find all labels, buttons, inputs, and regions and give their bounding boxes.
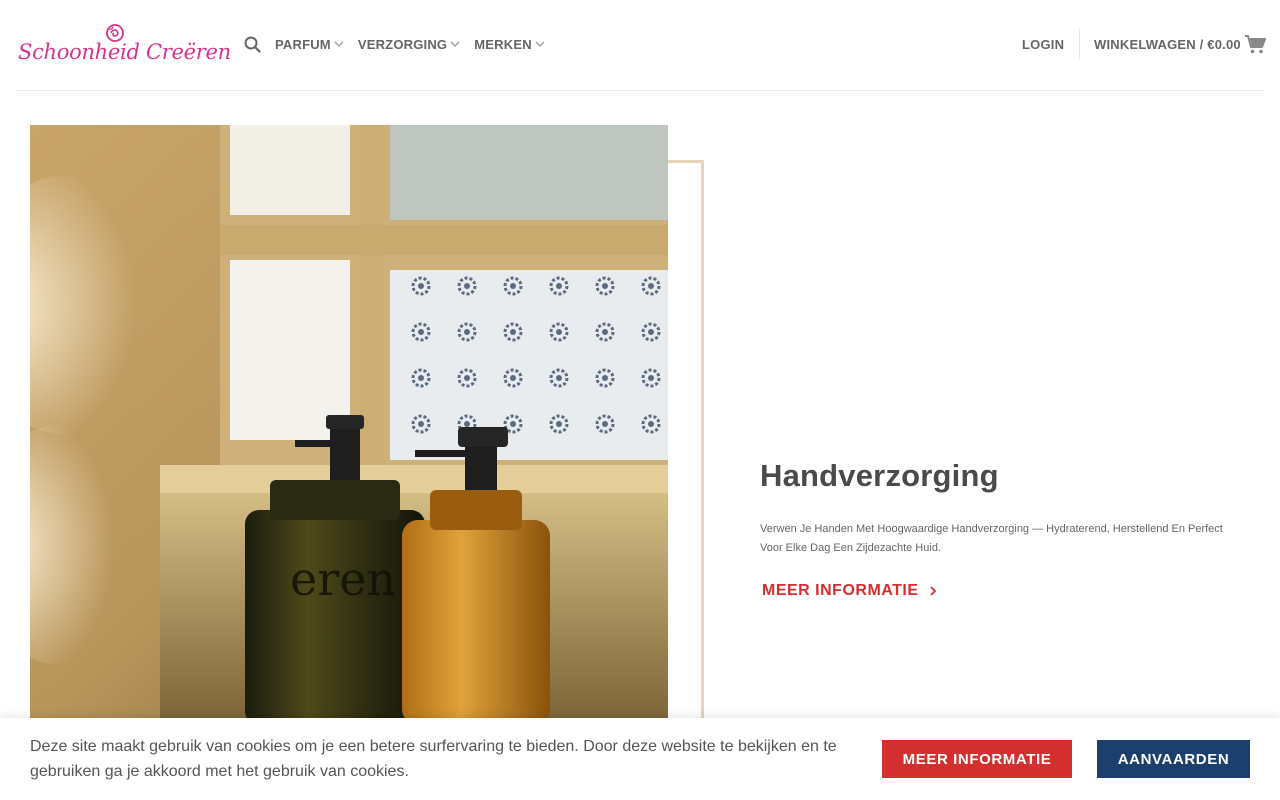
login-link[interactable]: LOGIN: [1022, 37, 1064, 52]
nav-item-verzorging[interactable]: VERZORGING: [358, 37, 460, 52]
hero-image: eren: [30, 125, 668, 725]
nav-item-label: PARFUM: [275, 36, 331, 52]
hero-link-label: MEER INFORMATIE: [762, 582, 919, 599]
nav-item-parfum[interactable]: PARFUM: [275, 37, 344, 52]
nav-item-label: VERZORGING: [357, 36, 448, 52]
header-separator: [16, 90, 1264, 91]
cart-link[interactable]: WINKELWAGEN / €0.00: [1094, 37, 1241, 52]
hero-description: Verwen Je Handen Met Hoogwaardige Handve…: [760, 523, 1223, 554]
site-header: Schoonheid Creëren PARFUM VERZORGING MER…: [0, 0, 1280, 90]
chevron-down-icon: [334, 40, 344, 48]
chevron-down-icon: [535, 40, 545, 48]
logo-text: Schoonheid Creëren: [18, 40, 231, 64]
hero-more-info-link[interactable]: MEER INFORMATIE: [760, 582, 937, 600]
cookie-accept-button[interactable]: AANVAARDEN: [1097, 740, 1250, 778]
nav-item-merken[interactable]: MERKEN: [474, 37, 545, 52]
svg-text:eren: eren: [290, 552, 396, 606]
search-icon[interactable]: [244, 35, 262, 53]
cookie-more-info-button[interactable]: MEER INFORMATIE: [882, 740, 1072, 778]
nav-item-label: MERKEN: [474, 36, 532, 52]
cookie-text: Deze site maakt gebruik van cookies om j…: [30, 738, 837, 780]
main-nav: PARFUM VERZORGING MERKEN: [244, 34, 559, 54]
cookie-banner: Deze site maakt gebruik van cookies om j…: [0, 718, 1280, 800]
header-divider: [1079, 29, 1080, 59]
chevron-down-icon: [450, 40, 460, 48]
site-logo[interactable]: Schoonheid Creëren: [18, 22, 231, 74]
hero-content: Handverzorging Verwen Je Handen Met Hoog…: [760, 458, 1240, 600]
chevron-right-icon: [929, 585, 937, 597]
hero-title: Handverzorging: [760, 458, 999, 493]
cart-icon[interactable]: [1244, 33, 1266, 55]
